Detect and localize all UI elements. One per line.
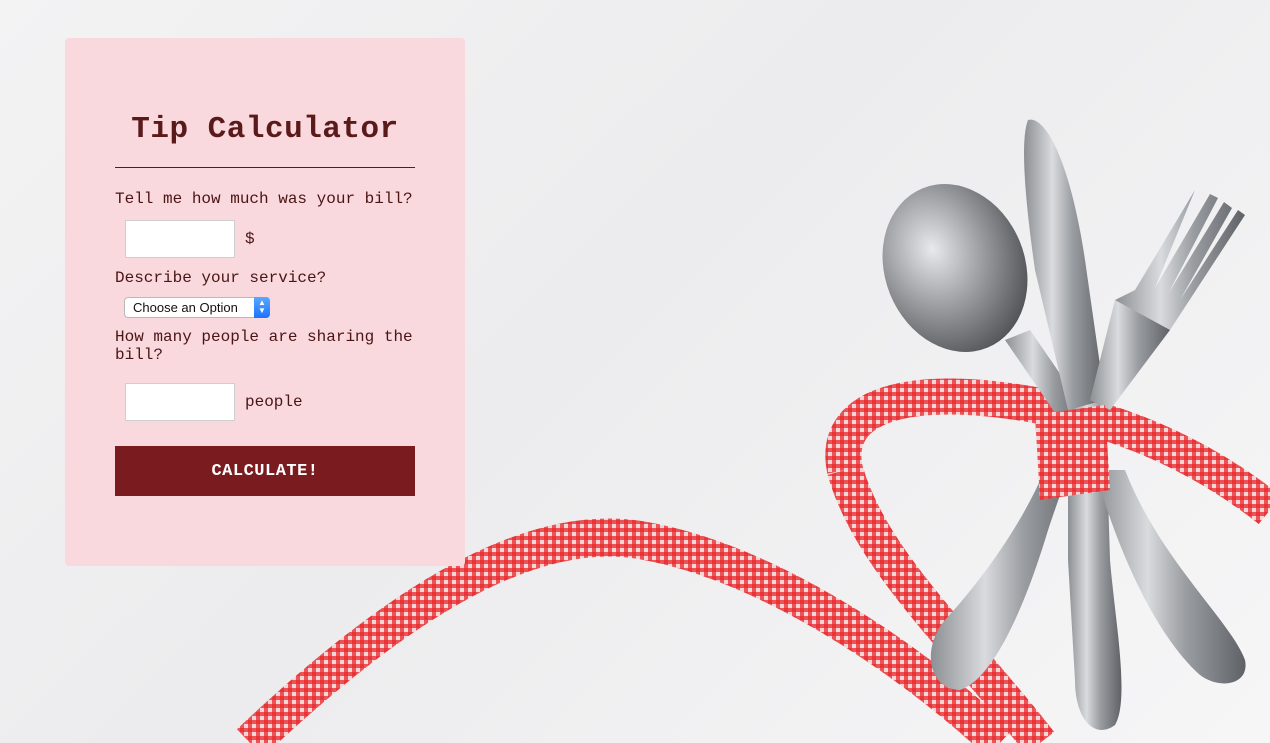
service-selected-value: Choose an Option (133, 300, 238, 315)
service-quality-select[interactable]: Choose an Option ▲ ▼ (124, 297, 270, 318)
people-suffix: people (245, 393, 303, 411)
title-divider (115, 167, 415, 168)
bill-input-row: $ (125, 220, 415, 258)
currency-suffix: $ (245, 230, 255, 248)
people-question-label: How many people are sharing the bill? (115, 328, 413, 364)
calculate-button[interactable]: CALCULATE! (115, 446, 415, 496)
ribbon-knot (1035, 405, 1110, 500)
tip-calculator-card: Tip Calculator Tell me how much was your… (65, 38, 465, 566)
bill-question-label: Tell me how much was your bill? (115, 190, 413, 208)
service-question-label: Describe your service? (115, 269, 327, 287)
page-title: Tip Calculator (131, 112, 399, 147)
bill-amount-input[interactable] (125, 220, 235, 258)
people-input-row: people (125, 383, 415, 421)
chevron-updown-icon: ▲ ▼ (254, 297, 270, 318)
people-count-input[interactable] (125, 383, 235, 421)
